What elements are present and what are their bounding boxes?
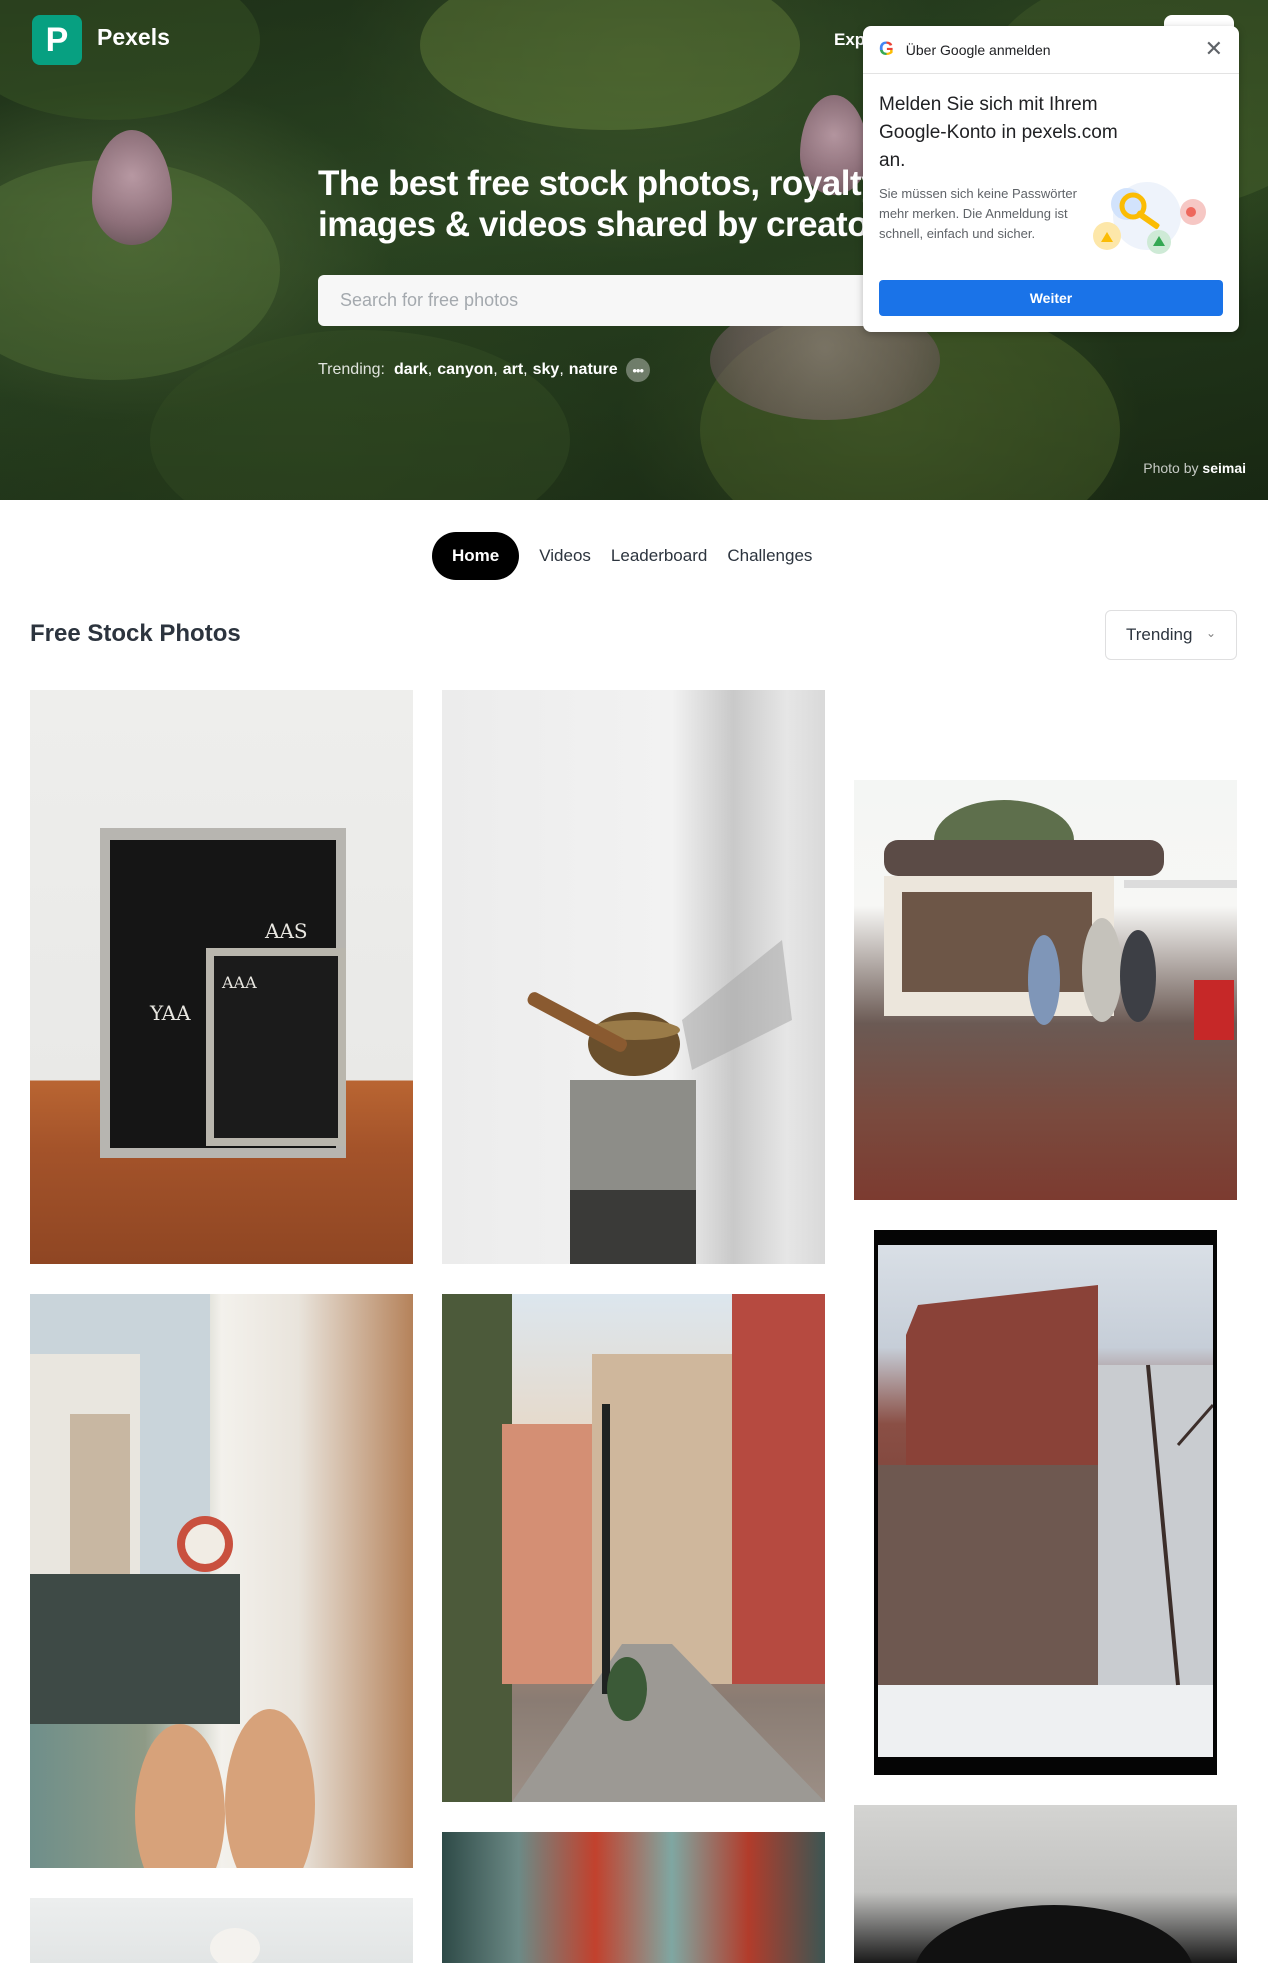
trending-label: Trending:	[318, 361, 385, 378]
photo-card[interactable]	[442, 690, 825, 1264]
more-tags-icon[interactable]: •••	[625, 358, 650, 382]
letterboard-text: AAS	[264, 919, 308, 943]
trending-tag-nature[interactable]: nature	[569, 361, 618, 379]
photo-card[interactable]	[30, 1898, 413, 1963]
page: P Pexels Exp The best free stock photos,…	[0, 0, 1280, 1963]
singing-bowl-photo	[527, 940, 792, 1264]
section-title: Free Stock Photos	[30, 620, 241, 647]
photo-card[interactable]	[30, 1294, 413, 1868]
tag-separator: ,	[427, 361, 433, 378]
building-photo	[878, 1245, 1213, 1757]
chevron-down-icon: ⌄	[1205, 626, 1216, 640]
google-logo-icon: G	[879, 38, 894, 60]
hero-title: The best free stock photos, royalty f im…	[318, 163, 878, 245]
photo-subject	[914, 1905, 1194, 1963]
street-photo	[442, 1294, 825, 1802]
tag-separator: ,	[493, 361, 498, 378]
sort-dropdown[interactable]: Trending ⌄	[1105, 610, 1237, 660]
tag-separator: ,	[523, 361, 528, 378]
content-tabs: Home Videos Leaderboard Challenges	[432, 532, 822, 580]
credit-prefix: Photo by	[1143, 460, 1199, 476]
trending-tag-art[interactable]: art	[503, 361, 523, 379]
hero-title-line1: The best free stock photos, royalty f	[318, 164, 878, 203]
film-frame	[874, 1230, 1217, 1775]
building-illustration	[878, 1285, 1213, 1757]
trending-tag-sky[interactable]: sky	[533, 361, 560, 379]
trending-tag-canyon[interactable]: canyon	[437, 361, 493, 379]
letterboard-photo: YAA AAS AAA	[100, 828, 346, 1158]
photo-card[interactable]	[854, 1805, 1237, 1963]
tab-home[interactable]: Home	[432, 532, 520, 580]
tag-separator: ,	[559, 361, 564, 378]
trending-row: Trending: dark, canyon, art, sky, nature…	[318, 358, 650, 382]
photo-card[interactable]	[442, 1832, 825, 1963]
continue-button[interactable]: Weiter	[879, 280, 1223, 316]
photo-card[interactable]	[854, 1230, 1237, 1775]
popup-header: G Über Google anmelden	[863, 26, 1239, 74]
key-illustration-icon	[1093, 182, 1206, 254]
credit-author[interactable]: seimai	[1202, 460, 1246, 476]
search-input[interactable]	[340, 290, 878, 311]
popup-sub-text: Sie müssen sich keine Passwörter mehr me…	[879, 186, 1077, 241]
close-icon[interactable]: ✕	[1205, 38, 1223, 60]
sort-label: Trending	[1126, 625, 1193, 644]
brand-name[interactable]: Pexels	[97, 24, 170, 51]
balcony-photo	[30, 1294, 315, 1868]
popup-main-text: Melden Sie sich mit Ihrem Google-Konto i…	[879, 94, 1118, 171]
photo-card[interactable]	[854, 780, 1237, 1200]
tab-videos[interactable]: Videos	[519, 532, 601, 580]
popup-title: Über Google anmelden	[905, 41, 1051, 58]
google-signin-popup: G Über Google anmelden ✕ Melden Sie sich…	[863, 26, 1239, 332]
photo-subject	[210, 1928, 260, 1963]
logo-letter: P	[45, 20, 69, 59]
search-bar	[318, 275, 878, 326]
nav-explore-link[interactable]: Exp	[834, 30, 865, 50]
photo-credit: Photo by seimai	[1143, 460, 1246, 476]
photo-card[interactable]	[442, 1294, 825, 1802]
letterboard-text: AAA	[221, 973, 257, 992]
tab-leaderboard[interactable]: Leaderboard	[601, 532, 717, 580]
tab-challenges[interactable]: Challenges	[717, 532, 822, 580]
photo-card[interactable]: YAA AAS AAA	[30, 690, 413, 1264]
pexels-logo[interactable]: P	[32, 15, 82, 65]
coffee-kiosk-photo	[884, 800, 1237, 1040]
trending-tag-dark[interactable]: dark	[394, 361, 428, 379]
hero-title-line2: images & videos shared by creators.	[318, 205, 878, 244]
letterboard-text: YAA	[149, 1001, 191, 1025]
